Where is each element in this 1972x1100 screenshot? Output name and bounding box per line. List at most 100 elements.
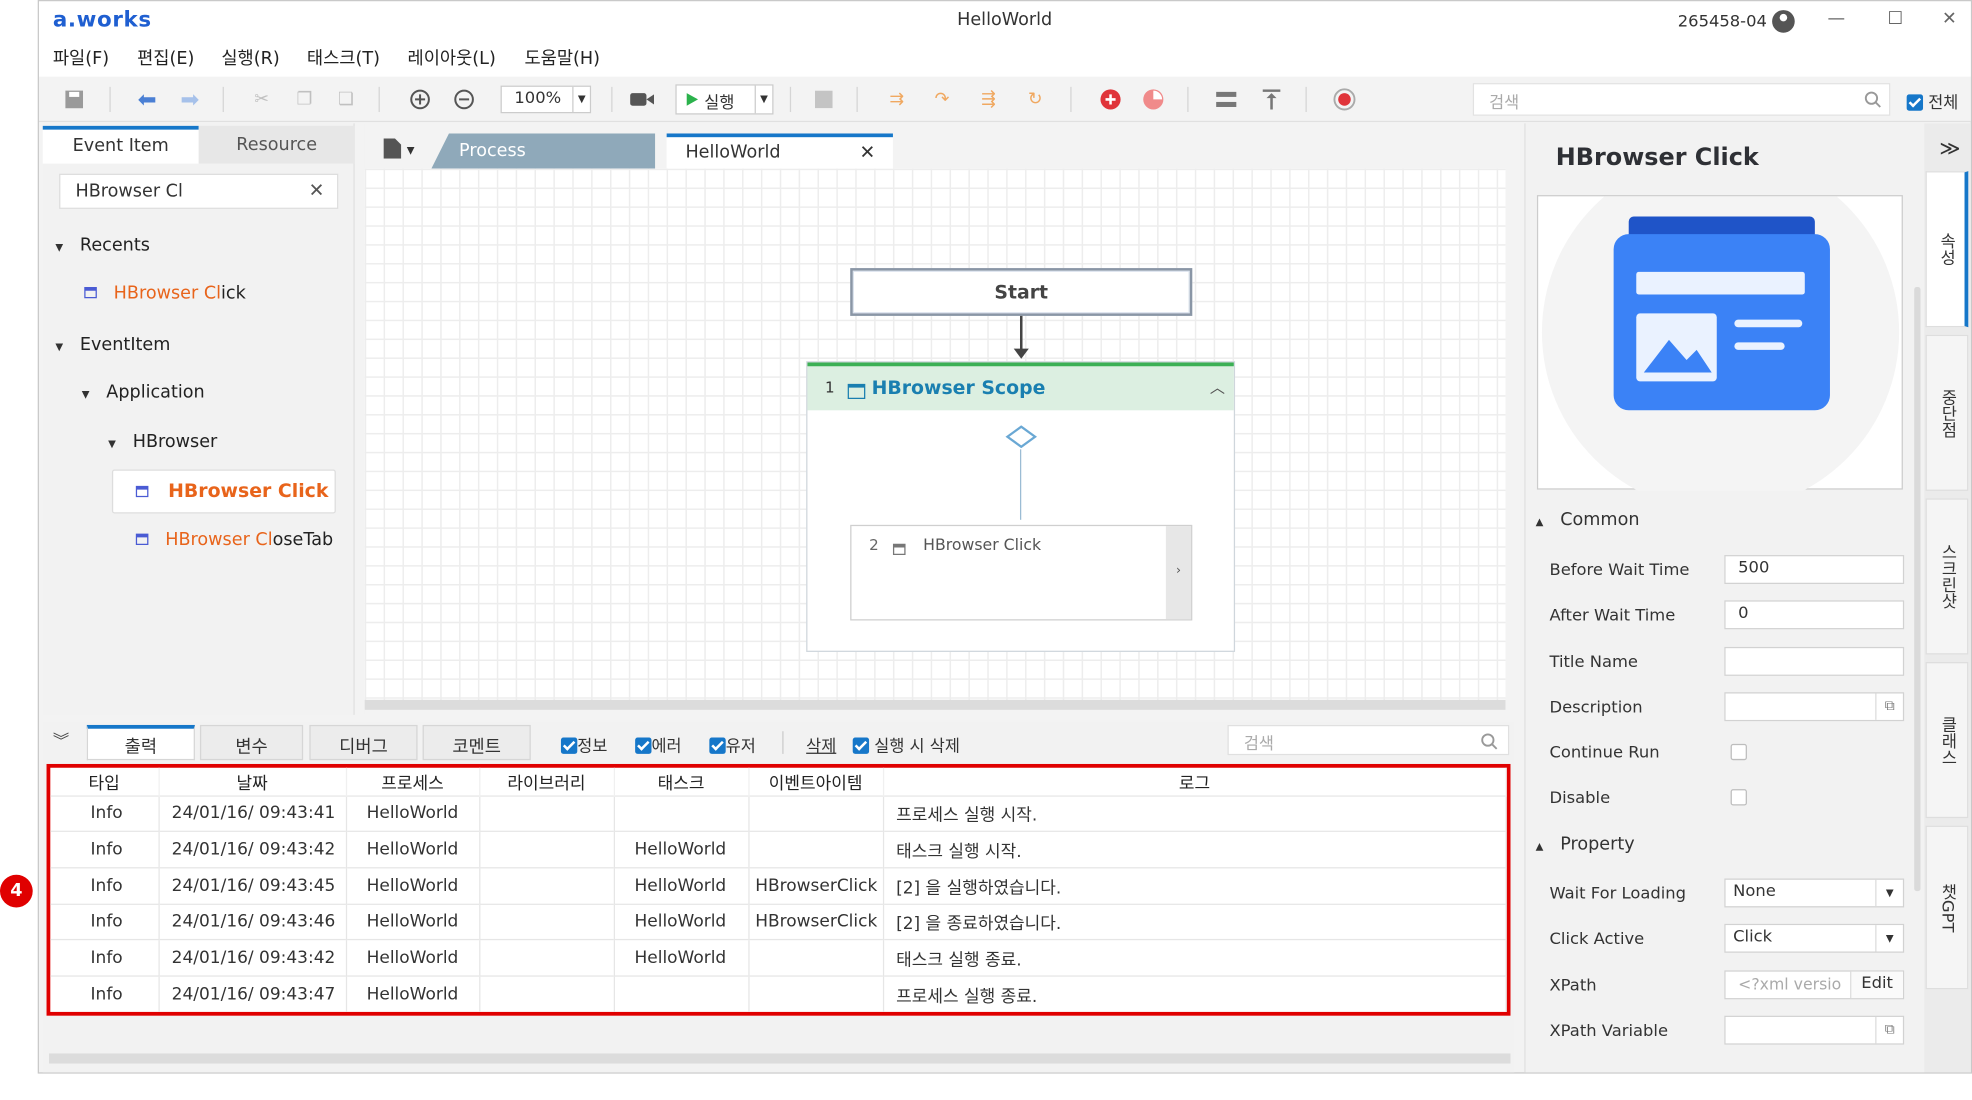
table-row[interactable]: Info 24/01/16/ 09:43:42 HelloWorld HelloWor…	[50, 939, 1507, 976]
filter-info[interactable]: 정보	[560, 733, 607, 756]
output-search-input[interactable]: 검색	[1227, 724, 1510, 756]
flow-canvas[interactable]: Start 1 HBrowser Scope ︿ 2 HBrowser Clic…	[364, 168, 1506, 700]
menu-run[interactable]: 실행(R)	[221, 45, 279, 70]
scope-header[interactable]: 1 HBrowser Scope ︿	[807, 362, 1234, 411]
redo-icon[interactable]: ➡	[177, 86, 202, 112]
document-menu-icon[interactable]: ▼	[383, 138, 415, 163]
user-icon[interactable]	[1772, 10, 1795, 33]
menu-file[interactable]: 파일(F)	[53, 45, 109, 70]
side-tab-chatgpt[interactable]: 챗GPT	[1925, 825, 1969, 990]
save-icon[interactable]	[62, 87, 87, 112]
vertical-scrollbar[interactable]	[1914, 286, 1921, 892]
tree-eventitem[interactable]: ▼ EventItem	[55, 335, 170, 355]
zoom-in-icon[interactable]	[407, 87, 432, 112]
table-row[interactable]: Info 24/01/16/ 09:43:46 HelloWorld HelloWor…	[50, 903, 1507, 940]
clear-icon[interactable]: ✕	[309, 179, 325, 202]
tree-item-hbrowser-click-selected[interactable]: HBrowser Click	[111, 469, 336, 514]
align-center-icon[interactable]	[1214, 87, 1239, 112]
tab-variables[interactable]: 변수	[199, 724, 304, 761]
clear-log-button[interactable]: 삭제	[806, 733, 836, 757]
collapse-icon[interactable]: ︿	[1210, 376, 1225, 397]
side-tab-breakpoints[interactable]: 중단점	[1925, 334, 1969, 491]
tab-output[interactable]: 출력	[86, 724, 195, 761]
cut-icon[interactable]: ✂	[249, 87, 274, 112]
stop-icon[interactable]	[811, 87, 836, 112]
tree-recents[interactable]: ▼ Recents	[55, 235, 150, 255]
run-button[interactable]: 실행 ▼	[675, 84, 774, 115]
copy-icon[interactable]: ❐	[292, 87, 317, 112]
title-name-input[interactable]	[1724, 646, 1905, 676]
horizontal-scrollbar[interactable]	[364, 699, 1506, 710]
align-top-icon[interactable]	[1259, 87, 1284, 112]
side-tab-screenshot[interactable]: 스크린샷	[1925, 498, 1969, 655]
table-row[interactable]: Info 24/01/16/ 09:43:45 HelloWorld HelloWor…	[50, 867, 1507, 904]
xpath-variable-input[interactable]: ⧉	[1724, 1015, 1905, 1045]
side-tab-class[interactable]: 클래스	[1925, 662, 1969, 819]
horizontal-scrollbar[interactable]	[49, 1053, 1511, 1064]
remove-breakpoint-icon[interactable]	[1141, 87, 1166, 112]
disable-checkbox[interactable]	[1730, 789, 1747, 806]
tab-debug[interactable]: 디버그	[309, 724, 418, 761]
record-video-icon[interactable]	[630, 87, 655, 112]
column-header[interactable]: 날짜	[158, 767, 347, 796]
table-row[interactable]: Info 24/01/16/ 09:43:41 HelloWorld 프로세스 실행 …	[50, 794, 1507, 832]
expand-node-handle[interactable]: ›	[1165, 526, 1192, 620]
paste-icon[interactable]: ❏	[333, 87, 358, 112]
search-all-toggle[interactable]: 전체	[1906, 89, 1958, 113]
table-row[interactable]: Info 24/01/16/ 09:43:42 HelloWorld HelloWor…	[50, 830, 1507, 868]
menu-layout[interactable]: 레이아웃(L)	[407, 45, 495, 70]
step-over-icon[interactable]: ⇉	[884, 87, 909, 112]
xpath-edit-button[interactable]: Edit	[1850, 971, 1903, 999]
delete-on-run-toggle[interactable]: 실행 시 삭제	[852, 733, 960, 756]
table-row[interactable]: Info 24/01/16/ 09:43:47 HelloWorld 프로세스 실행 …	[50, 975, 1507, 1013]
start-node[interactable]: Start	[850, 268, 1193, 316]
xpath-input[interactable]: <?xml versio Edit	[1724, 970, 1905, 1000]
add-breakpoint-icon[interactable]	[1098, 87, 1123, 112]
menu-help[interactable]: 도움말(H)	[524, 45, 600, 70]
maximize-button[interactable]: ☐	[1883, 9, 1908, 29]
zoom-select[interactable]: 100% ▼	[500, 85, 592, 114]
column-header[interactable]: 이벤트아이템	[748, 767, 884, 796]
column-header[interactable]: 라이브러리	[479, 767, 615, 796]
open-editor-icon[interactable]: ⧉	[1875, 1016, 1903, 1044]
open-editor-icon[interactable]: ⧉	[1875, 693, 1903, 720]
section-common[interactable]: ▲ Common	[1536, 510, 1640, 530]
toolbar-search-input[interactable]: 검색	[1472, 83, 1891, 116]
restart-icon[interactable]: ↻	[1023, 87, 1048, 112]
step-out-icon[interactable]: ⇶	[976, 87, 1001, 112]
filter-error[interactable]: 에러	[635, 733, 682, 756]
tab-event-item[interactable]: Event Item	[42, 125, 199, 164]
tree-item-hbrowser-closetab[interactable]: HBrowser CloseTab	[135, 530, 333, 550]
hbrowser-scope-node[interactable]: 1 HBrowser Scope ︿ 2 HBrowser Click ›	[806, 361, 1236, 652]
wait-loading-select[interactable]: None ▼	[1724, 878, 1905, 908]
close-window-button[interactable]: ✕	[1937, 9, 1962, 29]
minimize-button[interactable]: —	[1824, 9, 1849, 29]
tab-comment[interactable]: 코멘트	[422, 724, 531, 761]
column-header[interactable]: 프로세스	[345, 767, 480, 796]
column-header[interactable]: 로그	[882, 767, 1507, 796]
description-input[interactable]: ⧉	[1724, 692, 1905, 722]
click-active-select[interactable]: Click ▼	[1724, 923, 1905, 953]
collapse-panel-icon[interactable]: ︾	[53, 727, 69, 752]
double-chevron-right-icon[interactable]: ≫	[1939, 136, 1960, 160]
event-item-search-input[interactable]: HBrowser Cl ✕	[59, 173, 339, 209]
tab-resource[interactable]: Resource	[198, 125, 355, 164]
tab-process[interactable]: Process	[431, 133, 656, 169]
section-property[interactable]: ▲ Property	[1536, 834, 1635, 854]
menu-task[interactable]: 태스크(T)	[307, 45, 380, 70]
record-icon[interactable]	[1332, 87, 1357, 112]
undo-icon[interactable]: ⬅	[135, 86, 160, 112]
after-wait-input[interactable]: 0	[1724, 600, 1905, 630]
side-tab-properties[interactable]: 속성	[1925, 171, 1969, 328]
menu-edit[interactable]: 편집(E)	[137, 45, 194, 70]
column-header[interactable]: 태스크	[613, 767, 749, 796]
zoom-out-icon[interactable]	[452, 87, 477, 112]
step-into-icon[interactable]: ↷	[929, 87, 954, 112]
continue-run-checkbox[interactable]	[1730, 743, 1747, 761]
tree-hbrowser[interactable]: ▼ HBrowser	[108, 432, 217, 452]
tab-helloworld[interactable]: HelloWorld ✕	[666, 133, 893, 169]
column-header[interactable]: 타입	[50, 767, 160, 796]
hbrowser-click-node[interactable]: 2 HBrowser Click ›	[850, 524, 1193, 621]
close-tab-icon[interactable]: ✕	[860, 141, 876, 164]
tree-recent-hbrowser-click[interactable]: HBrowser Click	[84, 283, 246, 303]
